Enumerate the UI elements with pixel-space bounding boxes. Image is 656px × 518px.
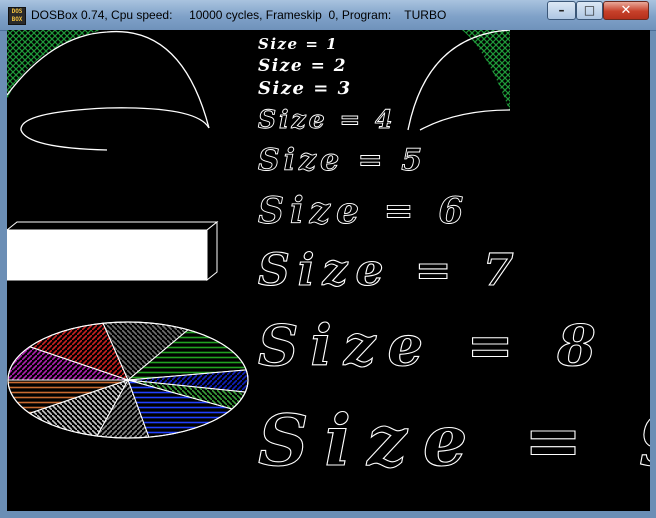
bar-top [7, 221, 219, 231]
size-label-1: Size = 1 [258, 35, 338, 53]
bar-side [206, 220, 218, 282]
size-label-5: Size = 5 [258, 143, 426, 178]
3d-bar [7, 220, 219, 282]
graphics-canvas: Size = 1 Size = 2Size = 3 Size = 4 Size = 5… [7, 30, 650, 483]
top-left-hatch-fill [7, 30, 102, 100]
size-label-7: Size = 7 [258, 245, 522, 296]
top-right-ellipse-arc [419, 109, 511, 131]
close-icon: ✕ [620, 3, 632, 18]
bar-front [7, 229, 208, 281]
size-label-3: Size = 3 [258, 78, 352, 99]
dos-screen[interactable]: Size = 1 Size = 2 Size = 3 Size = 4 Size = 5… [7, 30, 650, 511]
size-label-6: Size = 6 [258, 190, 469, 232]
size-labels: Size = 1 Size = 2Size = 3 Size = 4 Size = 5… [257, 35, 650, 483]
maximize-button[interactable]: □ [576, 1, 603, 20]
size-label-9: Size = 9 [258, 399, 650, 482]
size-label-8: Size = 8 [258, 313, 608, 379]
close-button[interactable]: ✕ [603, 1, 649, 20]
title-bar[interactable]: DOS BOX DOSBox 0.74, Cpu speed: 10000 cy… [0, 0, 656, 31]
dosbox-window: DOS BOX DOSBox 0.74, Cpu speed: 10000 cy… [0, 0, 656, 518]
window-title: DOSBox 0.74, Cpu speed: 10000 cycles, Fr… [31, 8, 447, 22]
top-left-ellipse-arc [20, 107, 210, 151]
top-right-arc-figure [407, 30, 511, 131]
size-label-2: Size = 2 [258, 56, 347, 76]
size-label-4: Size = 4 [258, 105, 395, 134]
top-left-arc-figure [7, 30, 210, 151]
top-right-hatch-fill [462, 30, 510, 112]
minimize-button[interactable]: – [547, 1, 576, 20]
pie-ellipse [7, 321, 249, 439]
maximize-icon: □ [583, 3, 596, 17]
dosbox-app-icon[interactable]: DOS BOX [8, 7, 26, 25]
minimize-icon: – [558, 3, 565, 17]
